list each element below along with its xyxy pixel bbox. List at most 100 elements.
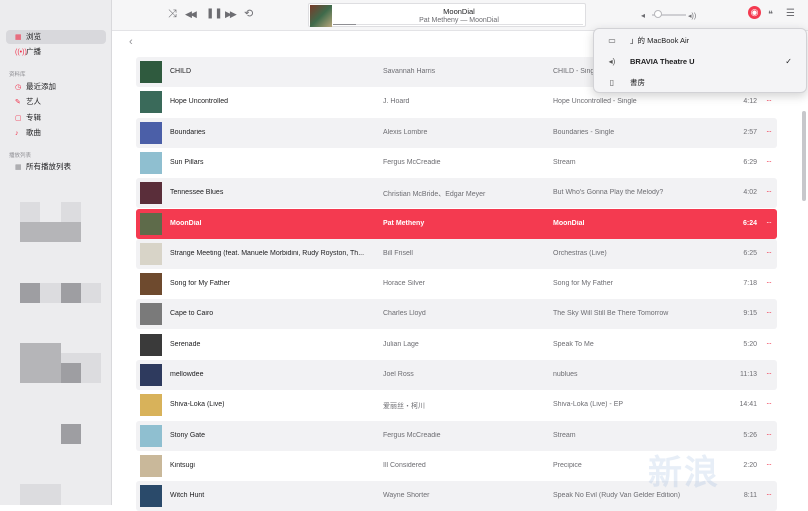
table-row[interactable]: Cape to Cairo Charles Lloyd The Sky Will S… [136, 299, 777, 330]
song-artist[interactable]: Bill Frisell [383, 250, 543, 257]
playback-progress-bar[interactable] [333, 23, 583, 25]
album-artwork[interactable] [140, 424, 162, 447]
album-artwork[interactable] [140, 333, 162, 356]
song-artist[interactable]: Wayne Shorter [383, 492, 543, 499]
sidebar-item-browse[interactable]: ▦ 浏览 [6, 30, 106, 44]
album-artwork[interactable] [140, 303, 162, 326]
airplay-icon[interactable]: ◉ [748, 6, 761, 19]
more-options-icon[interactable]: ··· [766, 96, 772, 105]
next-icon[interactable]: ▶▶ [225, 7, 237, 21]
album-artwork[interactable] [140, 182, 162, 205]
song-artist[interactable]: Julian Lage [383, 341, 543, 348]
table-row[interactable]: Tennessee Blues Christian McBride、Edgar M… [136, 178, 777, 209]
song-album[interactable]: Shiva-Loka (Live) - EP [553, 401, 723, 408]
blurred-region [20, 283, 40, 303]
song-album[interactable]: Stream [553, 432, 723, 439]
more-options-icon[interactable]: ··· [766, 127, 772, 136]
blurred-region [20, 202, 40, 222]
repeat-icon[interactable]: ⟲ [244, 7, 253, 21]
more-options-icon[interactable]: ··· [766, 369, 772, 378]
airplay-device-study[interactable]: ▯ 書房 [594, 73, 806, 93]
album-artwork[interactable] [140, 242, 162, 265]
sidebar-item-label: 专辑 [26, 113, 41, 122]
blurred-region [20, 222, 81, 242]
song-artist[interactable]: Pat Metheny [383, 220, 543, 227]
more-options-icon[interactable]: ··· [766, 157, 772, 166]
song-artist[interactable]: Christian McBride、Edgar Meyer [383, 189, 543, 199]
table-row[interactable]: MoonDial Pat Metheny MoonDial 6:24 ··· [136, 208, 777, 239]
shuffle-icon[interactable]: ⤨ [168, 7, 177, 21]
song-artist[interactable]: Horace Silver [383, 280, 543, 287]
airplay-device-name: 」的 MacBook Air [630, 36, 690, 45]
song-artist[interactable]: Ill Considered [383, 462, 543, 469]
previous-icon[interactable]: ◀◀ [185, 7, 197, 21]
song-artist[interactable]: Fergus McCreadie [383, 432, 543, 439]
airplay-device-bravia[interactable]: ◂) BRAVIA Theatre U ✓ [594, 52, 806, 72]
album-artwork[interactable] [140, 91, 162, 114]
queue-icon[interactable]: ☰ [786, 7, 795, 21]
sidebar-item-radio[interactable]: ((•))广播 [6, 45, 106, 59]
song-album[interactable]: MoonDial [553, 220, 723, 227]
table-row[interactable]: Sun Pillars Fergus McCreadie Stream 6:29 ··· [136, 148, 777, 178]
table-row[interactable]: Song for My Father Horace Silver Song for … [136, 269, 777, 299]
more-options-icon[interactable]: ··· [766, 460, 772, 469]
sidebar-item-songs[interactable]: ♪ 歌曲 [6, 126, 106, 140]
album-artwork[interactable] [140, 485, 162, 508]
album-artwork[interactable] [140, 121, 162, 144]
table-row[interactable]: Strange Meeting (feat. Manuele Morbidini… [136, 238, 777, 269]
now-playing-artwork[interactable] [310, 5, 332, 27]
song-album[interactable]: Hope Uncontrolled - Single [553, 98, 723, 105]
song-artist[interactable]: Charles Lloyd [383, 310, 543, 317]
airplay-device-macbook[interactable]: ▭ 」的 MacBook Air [594, 31, 806, 51]
album-artwork[interactable] [140, 61, 162, 83]
more-options-icon[interactable]: ··· [766, 430, 772, 439]
song-artist[interactable]: Alexis Lombre [383, 129, 543, 136]
song-album[interactable]: Boundaries - Single [553, 129, 723, 136]
song-artist[interactable]: Fergus McCreadie [383, 159, 543, 166]
sidebar-item-all-playlists[interactable]: ▦ 所有播放列表 [6, 160, 106, 174]
sidebar-item-artists[interactable]: ✎ 艺人 [6, 95, 106, 109]
song-album[interactable]: Speak To Me [553, 341, 723, 348]
song-artist[interactable]: Savannah Harris [383, 68, 543, 75]
sidebar-item-albums[interactable]: ▢ 专辑 [6, 111, 106, 125]
album-artwork[interactable] [140, 454, 162, 477]
scrollbar[interactable] [802, 111, 806, 201]
song-album[interactable]: The Sky Will Still Be There Tomorrow [553, 310, 723, 317]
album-artwork[interactable] [140, 151, 162, 174]
more-options-icon[interactable]: ··· [766, 490, 772, 499]
song-artist[interactable]: J. Hoard [383, 98, 543, 105]
song-album[interactable]: Orchestras (Live) [553, 250, 723, 257]
table-row[interactable]: Shiva-Loka (Live) 爱丽丝・柯川 Shiva-Loka (Live)… [136, 390, 777, 420]
song-duration: 2:20 [743, 461, 757, 469]
sidebar-item-recently-added[interactable]: ◷ 最近添加 [6, 80, 106, 94]
song-album[interactable]: But Who's Gonna Play the Melody? [553, 189, 723, 196]
more-options-icon[interactable]: ··· [766, 399, 772, 408]
song-album[interactable]: Song for My Father [553, 280, 723, 287]
table-row[interactable]: mellowdee Joel Ross nublues 11:13 ··· [136, 360, 777, 390]
song-artist[interactable]: 爱丽丝・柯川 [383, 401, 543, 411]
song-album[interactable]: Stream [553, 159, 723, 166]
table-row[interactable]: Boundaries Alexis Lombre Boundaries - Sing… [136, 117, 777, 148]
more-options-icon[interactable]: ··· [766, 218, 772, 227]
table-row[interactable]: Serenade Julian Lage Speak To Me 5:20 ··· [136, 330, 777, 360]
song-album[interactable]: nublues [553, 371, 723, 378]
volume-knob[interactable] [654, 10, 662, 18]
pause-icon[interactable]: ❚❚ [206, 7, 223, 21]
more-options-icon[interactable]: ··· [766, 187, 772, 196]
more-options-icon[interactable]: ··· [766, 248, 772, 257]
album-artwork[interactable] [140, 273, 162, 296]
album-artwork[interactable] [140, 394, 162, 417]
more-options-icon[interactable]: ··· [766, 278, 772, 287]
lyrics-icon[interactable]: ❝ [768, 7, 773, 21]
more-options-icon[interactable]: ··· [766, 339, 772, 348]
watermark: 新浪 [648, 454, 720, 492]
now-playing-panel[interactable]: MoonDial Pat Metheny — MoonDial [308, 3, 586, 27]
song-title: Boundaries [170, 128, 206, 136]
album-artwork[interactable] [140, 212, 162, 235]
song-duration: 6:24 [742, 219, 757, 227]
song-artist[interactable]: Joel Ross [383, 371, 543, 378]
grid-icon: ▦ [15, 34, 22, 41]
back-button[interactable]: ‹ [129, 36, 133, 48]
album-artwork[interactable] [140, 364, 162, 386]
more-options-icon[interactable]: ··· [766, 308, 772, 317]
